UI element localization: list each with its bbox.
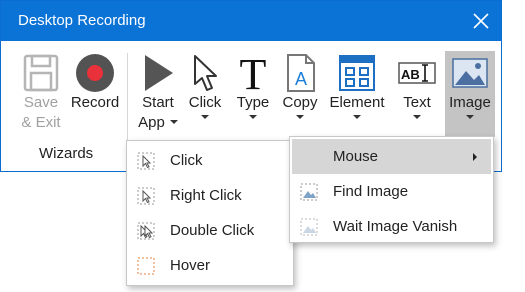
wait-image-vanish-icon <box>300 218 318 236</box>
record-button[interactable]: Record <box>67 53 123 113</box>
menu-item-wait-image-vanish[interactable]: Wait Image Vanish <box>290 209 493 244</box>
chevron-down-icon <box>169 120 178 125</box>
image-picture-icon <box>452 58 488 88</box>
chevron-down-icon <box>353 115 361 119</box>
right-click-icon <box>137 187 155 205</box>
click-button[interactable]: Click <box>185 53 225 119</box>
hover-icon <box>137 257 155 275</box>
click-dropdown-menu: Click Right Click Double Click Hover <box>126 140 294 286</box>
find-image-icon <box>300 183 318 201</box>
save-exit-label-1: Save <box>23 94 59 111</box>
chevron-right-icon <box>473 153 477 161</box>
start-app-label-1: Start <box>142 94 174 111</box>
wizards-group-label: Wizards <box>39 145 94 162</box>
chevron-down-icon <box>413 115 421 119</box>
menu-item-label: Click <box>170 152 203 169</box>
record-label: Record <box>70 94 120 111</box>
menu-item-label: Hover <box>170 257 211 274</box>
text-label: Text <box>403 94 431 111</box>
chevron-down-icon <box>296 115 304 119</box>
close-button[interactable] <box>465 5 497 37</box>
menu-item-hover[interactable]: Hover <box>127 248 293 283</box>
menu-item-click[interactable]: Click <box>127 143 293 178</box>
menu-item-double-click[interactable]: Double Click <box>127 213 293 248</box>
start-app-button[interactable]: Start App <box>135 53 181 133</box>
save-exit-label-2: & Exit <box>21 114 61 131</box>
menu-item-right-click[interactable]: Right Click <box>127 178 293 213</box>
click-icon <box>137 152 155 170</box>
image-button[interactable]: Image <box>447 53 493 119</box>
start-app-label-text: App <box>138 114 165 131</box>
text-recognition-icon: AB <box>398 62 436 84</box>
chevron-down-icon <box>249 115 257 119</box>
title-bar: Desktop Recording <box>1 1 501 41</box>
double-click-icon <box>137 222 155 240</box>
menu-item-label: Find Image <box>333 183 409 200</box>
menu-item-mouse[interactable]: Mouse <box>292 139 491 174</box>
click-label: Click <box>188 94 222 111</box>
menu-item-find-image[interactable]: Find Image <box>290 174 493 209</box>
chevron-down-icon <box>466 115 474 119</box>
play-icon <box>145 55 173 91</box>
menu-item-label: Double Click <box>170 222 255 239</box>
close-icon <box>473 13 489 29</box>
cursor-arrow-icon <box>194 55 217 91</box>
element-button[interactable]: Element <box>327 53 387 119</box>
svg-text:A: A <box>295 69 307 89</box>
window-title: Desktop Recording <box>18 12 146 29</box>
menu-item-label: Right Click <box>170 187 242 204</box>
type-label: Type <box>236 94 270 111</box>
element-label: Element <box>329 94 385 111</box>
element-grid-icon <box>339 55 375 91</box>
copy-button[interactable]: A Copy <box>279 53 321 119</box>
text-type-icon: T <box>240 53 267 93</box>
save-exit-button[interactable]: Save & Exit <box>17 53 65 133</box>
copy-label: Copy <box>282 94 318 111</box>
menu-item-label: Wait Image Vanish <box>333 218 458 235</box>
text-button[interactable]: AB Text <box>394 53 440 119</box>
record-icon <box>76 54 114 92</box>
svg-text:AB: AB <box>401 67 420 82</box>
floppy-disk-icon <box>23 54 59 92</box>
copy-document-icon: A <box>287 54 315 92</box>
image-label: Image <box>449 94 491 111</box>
image-dropdown-menu: Mouse Find Image Wait Image Vanish <box>289 136 494 243</box>
start-app-label-2: App <box>135 113 181 133</box>
chevron-down-icon <box>201 115 209 119</box>
menu-item-label: Mouse <box>333 148 379 165</box>
type-button[interactable]: T Type <box>232 53 274 119</box>
svg-text:T: T <box>240 53 267 93</box>
